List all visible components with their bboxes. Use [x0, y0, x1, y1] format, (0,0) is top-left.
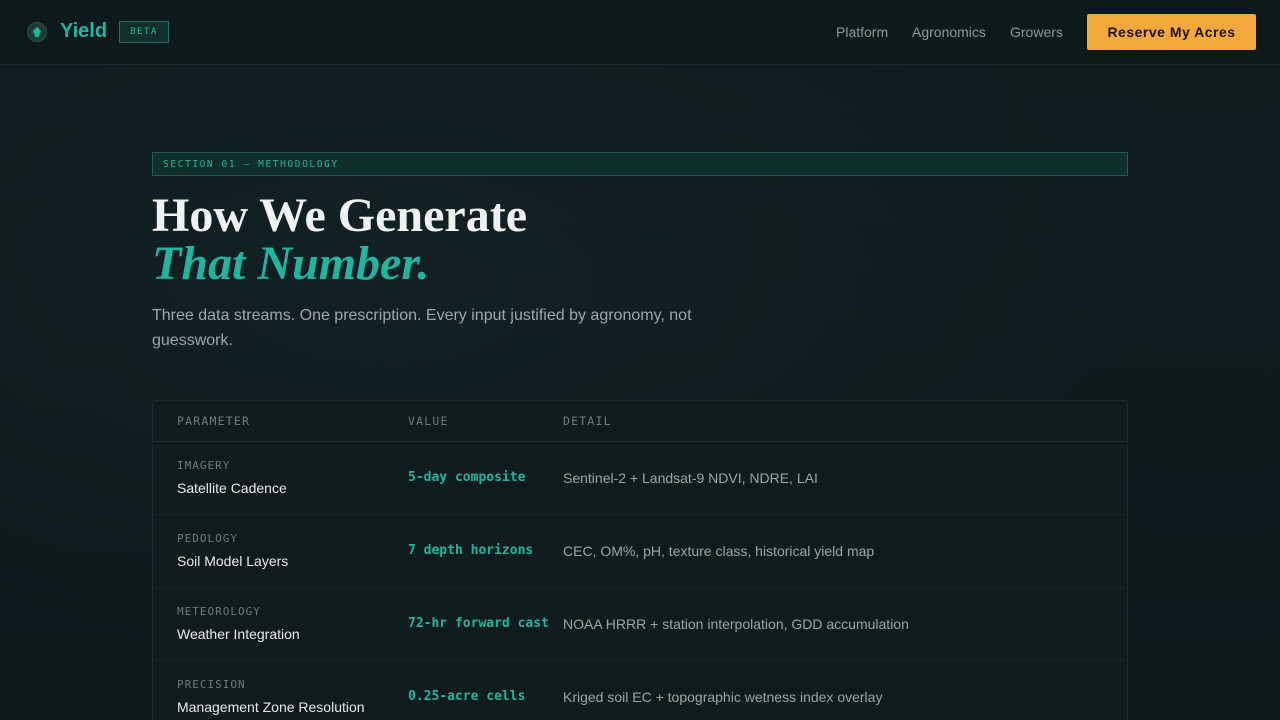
section-tag: SECTION 01 — METHODOLOGY [152, 152, 1128, 176]
page-title-line2: That Number. [152, 237, 430, 290]
column-header-parameter: PARAMETER [177, 414, 251, 428]
row-detail: NOAA HRRR + station interpolation, GDD a… [563, 616, 909, 632]
row-detail: Sentinel-2 + Landsat-9 NDVI, NDRE, LAI [563, 470, 818, 486]
page-title-line1: How We Generate [152, 189, 528, 242]
row-category: IMAGERY [177, 459, 231, 472]
row-parameter: Weather Integration [177, 626, 300, 642]
table-row: PRECISION Management Zone Resolution 0.2… [153, 661, 1127, 720]
nav-link-agronomics[interactable]: Agronomics [912, 24, 986, 40]
reserve-acres-button[interactable]: Reserve My Acres [1087, 14, 1256, 50]
brand-name[interactable]: Yield [60, 20, 107, 43]
table-row: PEDOLOGY Soil Model Layers 7 depth horiz… [153, 515, 1127, 588]
methodology-table: PARAMETER VALUE DETAIL IMAGERY Satellite… [152, 400, 1128, 720]
top-nav: Yield BETA Platform Agronomics Growers R… [0, 0, 1280, 65]
row-value: 5-day composite [408, 470, 526, 485]
column-header-detail: DETAIL [563, 414, 612, 428]
beta-badge: BETA [119, 21, 169, 43]
section-subtitle: Three data streams. One prescription. Ev… [152, 307, 692, 349]
row-value: 72-hr forward cast [408, 616, 549, 631]
table-row: IMAGERY Satellite Cadence 5-day composit… [153, 442, 1127, 515]
table-row: METEOROLOGY Weather Integration 72-hr fo… [153, 588, 1127, 661]
nav-link-growers[interactable]: Growers [1010, 24, 1063, 40]
row-category: METEOROLOGY [177, 605, 261, 618]
row-parameter: Soil Model Layers [177, 553, 289, 569]
row-value: 0.25-acre cells [408, 689, 526, 704]
column-header-value: VALUE [408, 414, 449, 428]
row-category: PRECISION [177, 678, 246, 691]
row-category: PEDOLOGY [177, 532, 238, 545]
row-parameter: Management Zone Resolution [177, 699, 365, 715]
leaf-logo-icon [27, 22, 47, 42]
row-detail: Kriged soil EC + topographic wetness ind… [563, 689, 883, 705]
nav-link-platform[interactable]: Platform [836, 24, 888, 40]
row-parameter: Satellite Cadence [177, 480, 287, 496]
table-header: PARAMETER VALUE DETAIL [153, 401, 1127, 442]
row-detail: CEC, OM%, pH, texture class, historical … [563, 543, 875, 559]
row-value: 7 depth horizons [408, 543, 534, 558]
